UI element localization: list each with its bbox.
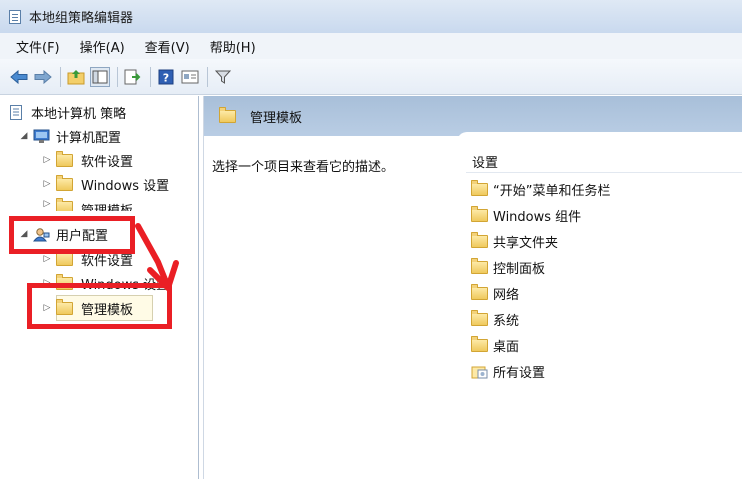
tree-label: 软件设置	[81, 154, 134, 170]
filter-icon[interactable]	[213, 67, 233, 87]
group-policy-editor-window: 本地组策略编辑器 文件(F) 操作(A) 查看(V) 帮助(H) ? 本地计算机…	[0, 0, 742, 479]
tree-item-computer-admin-templates[interactable]: ▷ 管理模板	[41, 197, 133, 211]
tree-item-root[interactable]: 本地计算机 策略	[10, 101, 126, 123]
svg-text:?: ?	[163, 71, 169, 84]
folder-icon	[471, 283, 488, 300]
list-label: 共享文件夹	[493, 235, 559, 251]
list-item[interactable]: 控制面板	[471, 256, 545, 278]
list-item[interactable]: 共享文件夹	[471, 230, 558, 252]
menu-file[interactable]: 文件(F)	[16, 37, 60, 56]
folder-icon	[56, 174, 73, 191]
column-header-divider	[466, 172, 742, 173]
folder-icon	[471, 309, 488, 326]
expanded-triangle-icon[interactable]: ◢	[18, 131, 30, 141]
toolbar-separator	[150, 66, 151, 87]
tree-item-computer-software-settings[interactable]: ▷ 软件设置	[41, 149, 133, 171]
folder-icon	[471, 179, 488, 196]
folder-icon	[56, 249, 73, 266]
help-icon[interactable]: ?	[156, 67, 176, 87]
list-label: 控制面板	[493, 261, 546, 277]
window-title: 本地组策略编辑器	[29, 11, 134, 26]
tree-label: 计算机配置	[56, 130, 122, 146]
forward-arrow-icon[interactable]	[33, 67, 53, 87]
description-text: 选择一个项目来查看它的描述。	[212, 160, 395, 175]
highlight-box-admin-templates	[27, 283, 172, 329]
toolbar-separator	[207, 66, 208, 87]
folder-icon	[471, 231, 488, 248]
collapsed-triangle-icon[interactable]: ▷	[41, 199, 53, 209]
folder-icon	[471, 205, 488, 222]
policy-document-icon	[9, 9, 21, 24]
highlight-box-user-config	[9, 216, 135, 254]
tree-item-computer-windows-settings[interactable]: ▷ Windows 设置	[41, 173, 169, 195]
list-item[interactable]: 桌面	[471, 334, 519, 356]
column-header-settings[interactable]: 设置	[472, 152, 498, 171]
collapsed-triangle-icon[interactable]: ▷	[41, 254, 53, 264]
title-bar: 本地组策略编辑器	[0, 0, 742, 33]
back-arrow-icon[interactable]	[9, 67, 29, 87]
toolbar: ?	[0, 59, 742, 95]
menu-view[interactable]: 查看(V)	[145, 37, 190, 56]
computer-icon	[33, 129, 50, 144]
list-label: 系统	[493, 313, 520, 329]
list-item[interactable]: 系统	[471, 308, 519, 330]
collapsed-triangle-icon[interactable]: ▷	[41, 179, 53, 189]
details-title: 管理模板	[250, 110, 303, 126]
up-folder-icon[interactable]	[66, 67, 86, 87]
tree-label: Windows 设置	[81, 178, 170, 194]
details-header: 管理模板	[204, 96, 742, 136]
list-label: “开始”菜单和任务栏	[493, 183, 611, 199]
menu-help[interactable]: 帮助(H)	[210, 37, 256, 56]
export-list-icon[interactable]	[123, 67, 143, 87]
collapsed-triangle-icon[interactable]: ▷	[41, 155, 53, 165]
list-label: 网络	[493, 287, 520, 303]
toolbar-separator	[60, 66, 61, 87]
standard-tab-area	[457, 132, 742, 150]
tree-label: 本地计算机 策略	[31, 106, 127, 122]
list-item[interactable]: 网络	[471, 282, 519, 304]
toolbar-separator	[117, 66, 118, 87]
tree-label: 管理模板	[81, 200, 133, 211]
show-hide-tree-icon[interactable]	[90, 66, 110, 87]
all-settings-icon	[471, 364, 488, 379]
list-label: 所有设置	[493, 365, 546, 381]
folder-icon	[56, 198, 73, 211]
properties-icon[interactable]	[180, 67, 200, 87]
list-label: 桌面	[493, 339, 520, 355]
details-pane: 管理模板 选择一个项目来查看它的描述。 设置 “开始”菜单和任务栏 Window…	[203, 96, 742, 479]
list-item[interactable]: 所有设置	[471, 360, 545, 382]
list-item[interactable]: Windows 组件	[471, 204, 581, 226]
list-label: Windows 组件	[493, 209, 582, 225]
menu-action[interactable]: 操作(A)	[80, 37, 125, 56]
list-item[interactable]: “开始”菜单和任务栏	[471, 178, 610, 200]
menu-bar: 文件(F) 操作(A) 查看(V) 帮助(H)	[0, 33, 742, 59]
policy-document-icon	[10, 104, 23, 120]
folder-icon	[471, 335, 488, 352]
folder-icon	[471, 257, 488, 274]
folder-icon	[56, 150, 73, 167]
folder-icon	[219, 106, 236, 123]
tree-item-computer-config[interactable]: ◢ 计算机配置	[18, 125, 121, 147]
